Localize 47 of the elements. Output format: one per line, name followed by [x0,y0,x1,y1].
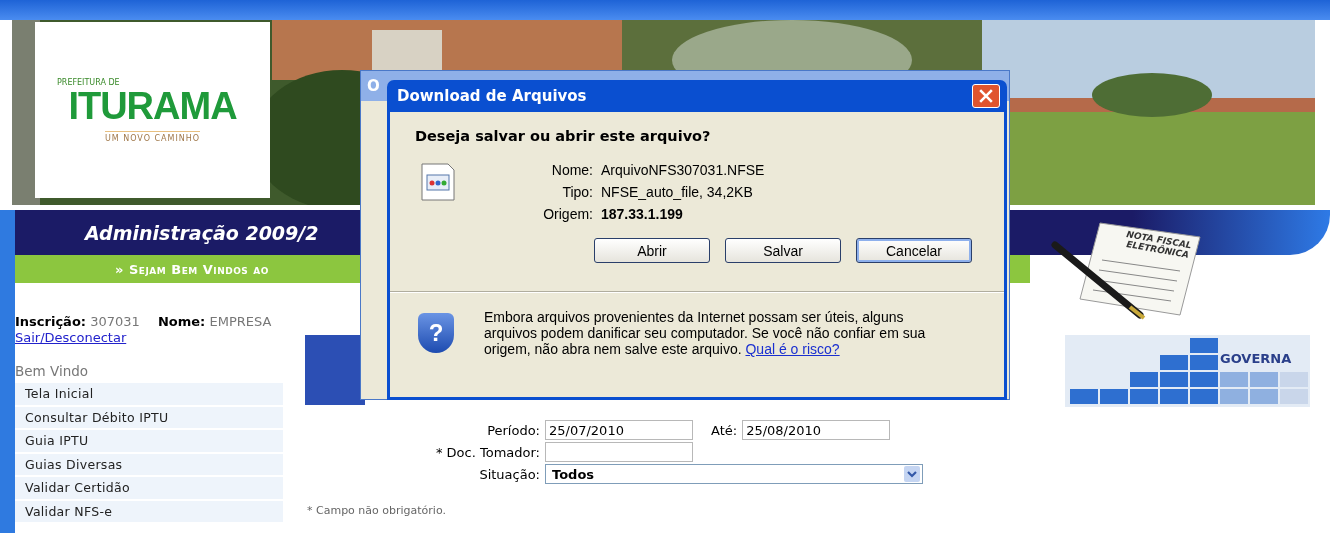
menu-item[interactable]: Validar Certidão [15,477,283,501]
detail-value: NFSE_auto_file, 34,2KB [601,184,754,200]
date-field[interactable]: 25/08/2010 [742,420,891,440]
chevron-down-icon [904,466,920,482]
close-button[interactable] [972,84,1000,108]
dialog-button[interactable]: Abrir [594,238,710,263]
logo-tagline: PREFEITURA DE [57,77,120,87]
brand-logo: GOVERNA [1220,351,1292,366]
detail-label: Origem: [542,206,593,222]
field-label: Situação: [478,466,540,482]
logo-wordmark: ITURAMA [68,86,237,125]
field-label: Até: [711,422,738,438]
welcome-text: » Sejam Bem Vindos ao [115,261,269,277]
input-field[interactable] [545,442,693,462]
field-label: Nome: [157,314,206,329]
dialog-title: Download de Arquivos [397,87,587,105]
warning-text: Embora arquivos provenientes da Internet possam ser úteis, alguns arquivos podem danificar seu computador. Se você não confiar em sua origem, não abra nem salve este arquivo. Qual é o risco? [484,309,927,357]
field-label: Período: [486,422,540,438]
file-icon [418,162,458,202]
dialog-button[interactable]: Cancelar [856,238,972,263]
logo-slogan: UM NOVO CAMINHO [104,130,201,143]
menu-item[interactable]: Consultar Débito IPTU [15,406,283,430]
detail-label: Nome: [550,162,593,178]
close-icon [979,89,993,103]
date-field[interactable]: 25/07/2010 [545,420,693,440]
company-name: EMPRESA [209,314,272,329]
logout-link[interactable]: Sair/Desconectar [15,330,127,345]
menu-item[interactable]: Guia IPTU [15,430,283,454]
footnote: * Campo não obrigatório. [307,504,447,517]
dialog-button[interactable]: Salvar [725,238,841,263]
shield-question-icon: ? [418,313,454,353]
registration-number: 307031 [90,314,140,329]
detail-value: ArquivoNFS307031.NFSE [601,162,765,178]
detail-label: Tipo: [561,184,593,200]
menu-item[interactable]: Tela Inicial [15,383,283,407]
dialog-question: Deseja salvar ou abrir este arquivo? [415,128,712,144]
risk-link[interactable]: Qual é o risco? [745,341,840,357]
header-panel [305,335,365,405]
status-dropdown[interactable]: Todos [545,464,923,484]
menu-heading: Bem Vindo [15,363,90,379]
menu-item[interactable]: Guias Diversas [15,453,283,477]
detail-value: 187.33.1.199 [601,206,684,222]
field-label: * Doc. Tomador: [434,444,540,460]
field-label: Inscrição: [15,314,86,329]
page-title: Administração 2009/2 [85,221,319,244]
menu-item[interactable]: Validar NFS-e [15,500,283,524]
window-title: O [367,77,380,95]
